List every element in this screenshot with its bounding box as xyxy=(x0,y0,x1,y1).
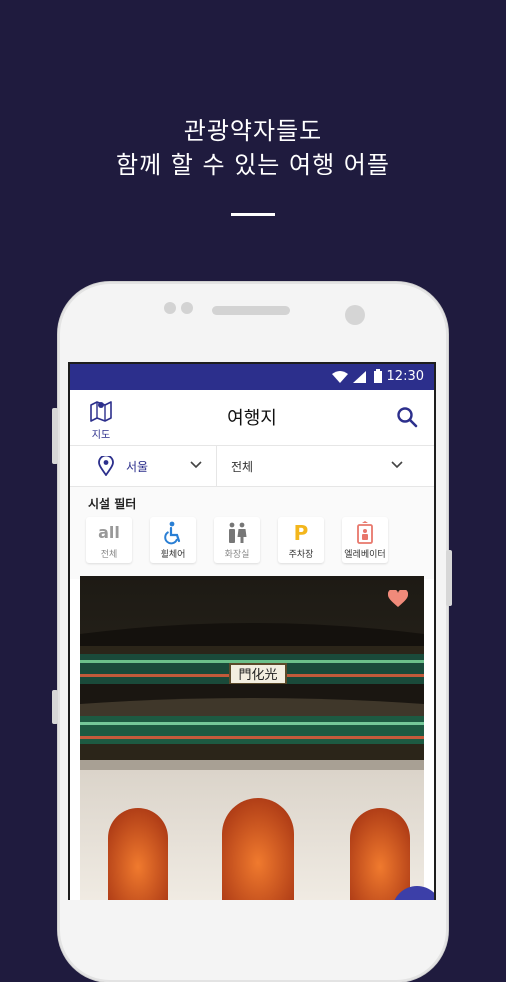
category-select[interactable]: 전체 xyxy=(217,446,434,486)
heart-icon[interactable] xyxy=(388,590,408,608)
facility-parking-button[interactable]: P 주차장 xyxy=(278,517,324,563)
phone-speaker xyxy=(212,306,290,315)
status-bar: 12:30 xyxy=(70,364,434,390)
headline-line-1: 관광약자들도 xyxy=(183,117,323,145)
battery-icon xyxy=(374,369,382,383)
category-value: 전체 xyxy=(231,460,254,474)
wifi-icon xyxy=(332,371,348,383)
facility-wheelchair-button[interactable]: 휠체어 xyxy=(150,517,196,563)
wheelchair-icon xyxy=(164,521,181,545)
location-pin-icon xyxy=(98,456,114,476)
phone-sensor xyxy=(164,302,176,314)
phone-camera xyxy=(345,305,365,325)
search-icon[interactable] xyxy=(394,404,420,430)
phone-power-button xyxy=(446,550,452,606)
facility-filter-title: 시설 필터 xyxy=(88,497,137,511)
phone-sensor xyxy=(181,302,193,314)
facility-all-button[interactable]: all 전체 xyxy=(86,517,132,563)
facility-label: 엘레베이터 xyxy=(344,550,386,560)
region-select[interactable]: 서울 xyxy=(70,446,217,486)
elevator-icon xyxy=(357,521,373,544)
destination-card[interactable]: 門化光 xyxy=(80,576,424,900)
chevron-down-icon xyxy=(391,461,403,469)
facility-label: 전체 xyxy=(100,550,118,560)
all-icon: all xyxy=(98,523,120,542)
parking-icon: P xyxy=(293,521,309,545)
app-content: 지도 여행지 서울 전체 시설 필터 all 전체 휠체어 화장실 P 주차장 … xyxy=(70,390,434,900)
destination-photo: 門化光 xyxy=(80,576,424,900)
promo-headline: 관광약자들도 함께 할 수 있는 여행 어플 xyxy=(0,114,506,182)
headline-line-2: 함께 할 수 있는 여행 어플 xyxy=(116,151,390,179)
phone-volume-button xyxy=(52,408,58,464)
facility-label: 휠체어 xyxy=(160,550,186,560)
region-value: 서울 xyxy=(126,460,149,474)
facility-label: 화장실 xyxy=(224,550,250,560)
facility-label: 주차장 xyxy=(288,550,314,560)
headline-divider xyxy=(231,213,275,216)
chevron-down-icon xyxy=(190,461,202,469)
restroom-icon xyxy=(229,522,247,543)
facility-restroom-button[interactable]: 화장실 xyxy=(214,517,260,563)
gate-sign: 門化光 xyxy=(238,668,277,683)
page-title: 여행지 xyxy=(227,408,277,429)
phone-screen: 12:30 지도 여행지 서울 전체 시설 필터 all 전체 휠체어 화장실 … xyxy=(68,362,436,900)
facility-elevator-button[interactable]: 엘레베이터 xyxy=(342,517,388,563)
facility-filter: 시설 필터 all 전체 휠체어 화장실 P 주차장 엘레베이터 xyxy=(70,487,434,579)
signal-icon xyxy=(353,371,366,383)
app-bar: 지도 여행지 xyxy=(70,390,434,446)
phone-side-button xyxy=(52,690,58,724)
status-time: 12:30 xyxy=(386,369,424,384)
filter-row: 서울 전체 xyxy=(70,446,434,487)
